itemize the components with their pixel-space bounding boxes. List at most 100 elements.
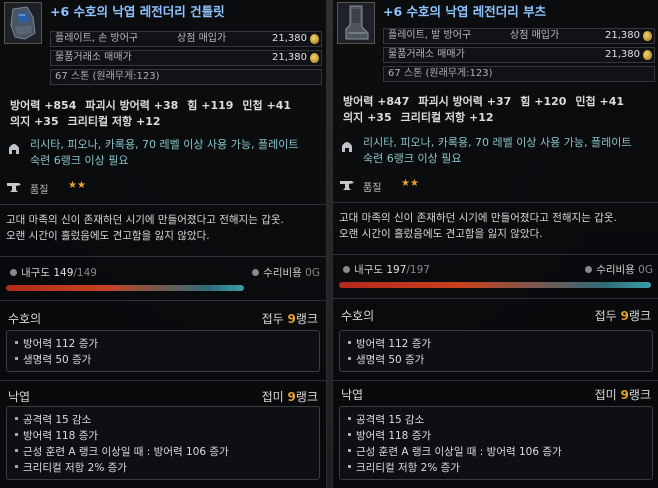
stats-line-1: 방어력 +847 파괴시 방어력 +37 힘 +120 민첩 +41	[343, 94, 633, 110]
item-title: +6 수호의 낙엽 레전더리 부츠	[383, 4, 547, 19]
item-weight: 67 스톤 (원래무게:123)	[50, 69, 322, 85]
shop-price-value: 21,380	[605, 30, 640, 41]
stat: 파괴시 방어력 +38	[85, 99, 179, 112]
enchant-prefix-title: 수호의	[8, 312, 42, 326]
enchant-suffix-effects: 공격력 15 감소 방어력 118 증가 근성 훈련 A 랭크 이상일 때 : …	[6, 406, 320, 480]
item-description: 고대 마족의 신이 존재하던 시기에 만들어졌다고 전해지는 갑옷. 오랜 시간…	[6, 212, 284, 244]
rank-prefix-label: 접미	[594, 388, 617, 402]
durability: 내구도 197/197	[343, 262, 430, 277]
divider	[333, 202, 658, 203]
item-tooltip-gauntlet: +6 수호의 낙엽 레전더리 건틀릿 플레이트, 손 방어구 상점 매입가 21…	[0, 0, 327, 488]
effect-line: 근성 훈련 A 랭크 이상일 때 : 방어력 106 증가	[15, 444, 229, 459]
repair-label: 수리비용	[263, 267, 302, 279]
durability-bar	[339, 282, 651, 288]
enchant-prefix-rank: 접두 9랭크	[262, 310, 318, 327]
class-line-2: 숙련 6랭크 이상 필요	[30, 154, 129, 167]
repair-icon	[585, 266, 593, 273]
effect-line: 크리티컬 저항 2% 증가	[15, 460, 127, 475]
class-line-2: 숙련 6랭크 이상 필요	[363, 152, 462, 165]
stat: 민첩 +41	[242, 99, 292, 112]
market-price-label: 물품거래소 매매가	[55, 52, 132, 63]
rank-prefix-label: 접두	[594, 309, 617, 323]
market-price-label: 물품거래소 매매가	[388, 49, 465, 60]
price-row-shop: 플레이트, 손 방어구 상점 매입가 21,380	[50, 31, 322, 47]
stats-line-2: 의지 +35 크리티컬 저항 +12	[10, 114, 300, 130]
enchant-prefix-title: 수호의	[341, 309, 375, 323]
price-row-market: 물품거래소 매매가 21,380	[383, 47, 655, 63]
enchant-suffix-title: 낙엽	[8, 390, 31, 404]
rank-number: 9	[287, 390, 296, 404]
effect-line: 근성 훈련 A 랭크 이상일 때 : 방어력 106 증가	[348, 444, 562, 459]
desc-line-2: 오랜 시간이 흘렀음에도 견고함을 잃지 않았다.	[339, 228, 543, 240]
shop-price-label: 상점 매입가	[177, 33, 227, 44]
stats-block: 방어력 +854 파괴시 방어력 +38 힘 +119 민첩 +41 의지 +35 크리…	[10, 98, 300, 130]
gold-coin-icon	[643, 31, 652, 41]
desc-line-2: 오랜 시간이 흘렀음에도 견고함을 잃지 않았다.	[6, 230, 210, 242]
rank-number: 9	[620, 388, 629, 402]
stat: 방어력 +847	[343, 95, 410, 108]
repair-value: 0G	[305, 267, 320, 279]
price-row-market: 물품거래소 매매가 21,380	[50, 50, 322, 66]
effect-line: 공격력 15 감소	[348, 412, 424, 427]
durability-max: /149	[73, 267, 97, 279]
effect-line: 방어력 118 증가	[15, 428, 98, 443]
durability-label: 내구도	[21, 267, 50, 279]
enchant-suffix-title: 낙엽	[341, 388, 364, 402]
effect-line: 크리티컬 저항 2% 증가	[348, 460, 460, 475]
boots-icon	[337, 2, 375, 44]
desc-line-1: 고대 마족의 신이 존재하던 시기에 만들어졌다고 전해지는 갑옷.	[6, 214, 284, 226]
enchant-prefix-effects: 방어력 112 증가 생명력 50 증가	[339, 330, 653, 372]
item-description: 고대 마족의 신이 존재하던 시기에 만들어졌다고 전해지는 갑옷. 오랜 시간…	[339, 210, 617, 242]
effect-line: 방어력 118 증가	[348, 428, 431, 443]
enchant-suffix-rank: 접미 9랭크	[262, 388, 318, 405]
rank-suffix: 랭크	[295, 390, 318, 404]
divider	[0, 380, 326, 381]
durability-current: 149	[53, 267, 74, 279]
gauntlet-icon	[4, 2, 42, 44]
stat: 의지 +35	[10, 115, 59, 128]
stats-block: 방어력 +847 파괴시 방어력 +37 힘 +120 민첩 +41 의지 +35 크리…	[343, 94, 633, 126]
durability-max: /197	[406, 264, 430, 276]
rank-suffix: 랭크	[628, 388, 651, 402]
helmet-icon	[6, 140, 22, 158]
durability-icon	[343, 266, 350, 273]
grade-stars: ★★	[401, 178, 419, 189]
class-line-1: 리시타, 피오나, 카록용, 70 레벨 이상 사용 가능, 플레이트	[363, 136, 632, 149]
anvil-icon	[6, 180, 22, 194]
repair-value: 0G	[638, 264, 653, 276]
class-requirements: 리시타, 피오나, 카록용, 70 레벨 이상 사용 가능, 플레이트 숙련 6…	[363, 135, 631, 167]
durability-current: 197	[386, 264, 407, 276]
durability-icon	[10, 269, 17, 276]
enchant-suffix-effects: 공격력 15 감소 방어력 118 증가 근성 훈련 A 랭크 이상일 때 : …	[339, 406, 653, 480]
rank-suffix: 랭크	[295, 312, 318, 326]
enchant-prefix-effects: 방어력 112 증가 생명력 50 증가	[6, 330, 320, 372]
repair-cost: 수리비용 0G	[585, 262, 653, 277]
rank-number: 9	[287, 312, 296, 326]
effect-line: 방어력 112 증가	[15, 336, 98, 351]
stats-line-2: 의지 +35 크리티컬 저항 +12	[343, 110, 633, 126]
shop-price-value: 21,380	[272, 33, 307, 44]
effect-line: 생명력 50 증가	[15, 352, 91, 367]
stat: 의지 +35	[343, 111, 392, 124]
rank-prefix-label: 접미	[261, 390, 284, 404]
market-price-value: 21,380	[605, 49, 640, 60]
price-row-shop: 플레이트, 발 방어구 상점 매입가 21,380	[383, 28, 655, 44]
durability-bar	[6, 285, 244, 291]
effect-line: 공격력 15 감소	[15, 412, 91, 427]
item-type: 플레이트, 손 방어구	[55, 33, 139, 44]
stat: 방어력 +854	[10, 99, 77, 112]
divider	[333, 380, 658, 381]
stat: 파괴시 방어력 +37	[418, 95, 512, 108]
stat: 크리티컬 저항 +12	[400, 111, 494, 124]
desc-line-1: 고대 마족의 신이 존재하던 시기에 만들어졌다고 전해지는 갑옷.	[339, 212, 617, 224]
effect-line: 방어력 112 증가	[348, 336, 431, 351]
durability-label: 내구도	[354, 264, 383, 276]
divider	[0, 300, 326, 301]
stat: 크리티컬 저항 +12	[67, 115, 161, 128]
stats-line-1: 방어력 +854 파괴시 방어력 +38 힘 +119 민첩 +41	[10, 98, 300, 114]
item-type: 플레이트, 발 방어구	[388, 30, 472, 41]
rank-prefix-label: 접두	[261, 312, 284, 326]
grade-label: 품질	[363, 183, 382, 194]
gold-coin-icon	[310, 34, 319, 44]
divider	[333, 254, 658, 255]
